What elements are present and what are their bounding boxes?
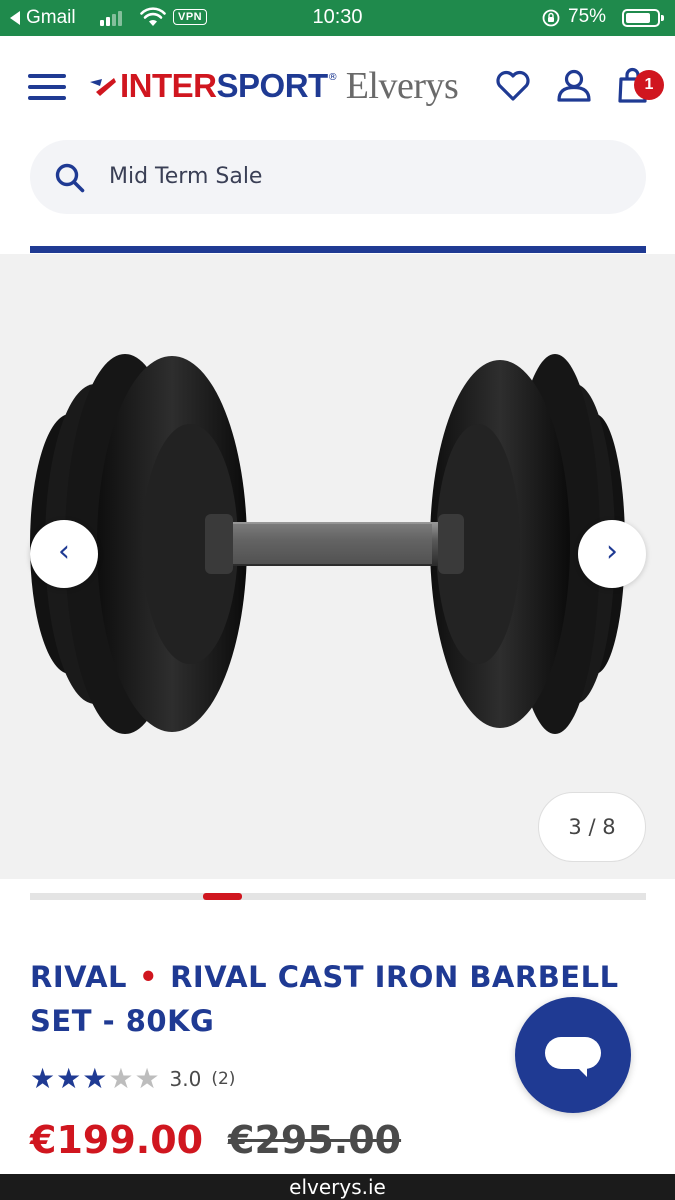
logo-registered: ® (327, 72, 338, 83)
user-icon[interactable] (554, 66, 594, 106)
product-brand[interactable]: RIVAL (30, 960, 127, 994)
rating-count: (2) (211, 1069, 236, 1089)
search-bar[interactable]: Mid Term Sale (30, 140, 646, 214)
logo-elverys: Elverys (345, 65, 459, 107)
gallery-image-counter: 3 / 8 (538, 792, 646, 862)
chat-bubble-icon (545, 1037, 601, 1077)
battery-percent: 75% (568, 6, 607, 27)
gallery-progress-track (30, 893, 646, 900)
star-filled-icon: ★ (56, 1062, 82, 1095)
rating-value: 3.0 (169, 1067, 202, 1091)
rating-stars: ★ ★ ★ ★ ★ (30, 1064, 160, 1094)
product-gallery[interactable]: ‹ › 3 / 8 (0, 254, 675, 879)
search-icon (55, 163, 85, 193)
heart-icon[interactable] (493, 66, 533, 106)
star-filled-icon: ★ (30, 1062, 56, 1095)
logo-inter: INTER (120, 67, 217, 104)
menu-icon[interactable] (28, 74, 66, 100)
gallery-prev-button[interactable]: ‹ (30, 520, 98, 588)
status-bar: Gmail VPN 10:30 75% (0, 0, 675, 36)
browser-url-bar[interactable]: elverys.ie (0, 1174, 675, 1200)
intersport-elverys-logo[interactable]: INTER SPORT ® Elverys (88, 65, 459, 107)
star-empty-icon: ★ (134, 1062, 160, 1095)
chat-button[interactable] (515, 997, 631, 1113)
logo-sport: SPORT (216, 67, 329, 104)
gallery-next-button[interactable]: › (578, 520, 646, 588)
price-current: €199.00 (30, 1118, 204, 1162)
product-rating[interactable]: ★ ★ ★ ★ ★ 3.0 (2) (30, 1064, 235, 1094)
star-filled-icon: ★ (82, 1062, 108, 1095)
search-input[interactable]: Mid Term Sale (109, 164, 262, 189)
header-divider (30, 246, 646, 253)
cart-count-badge: 1 (634, 70, 664, 100)
price-original: €295.00 (228, 1118, 402, 1162)
site-header: INTER SPORT ® Elverys (0, 36, 675, 136)
intersport-swoosh-icon (90, 78, 116, 96)
gallery-progress-indicator (203, 893, 242, 900)
title-separator: • (139, 960, 159, 994)
star-empty-icon: ★ (108, 1062, 134, 1095)
battery-icon (622, 9, 664, 27)
dumbbell-product-image (30, 354, 625, 734)
rotation-lock-icon (542, 9, 560, 27)
